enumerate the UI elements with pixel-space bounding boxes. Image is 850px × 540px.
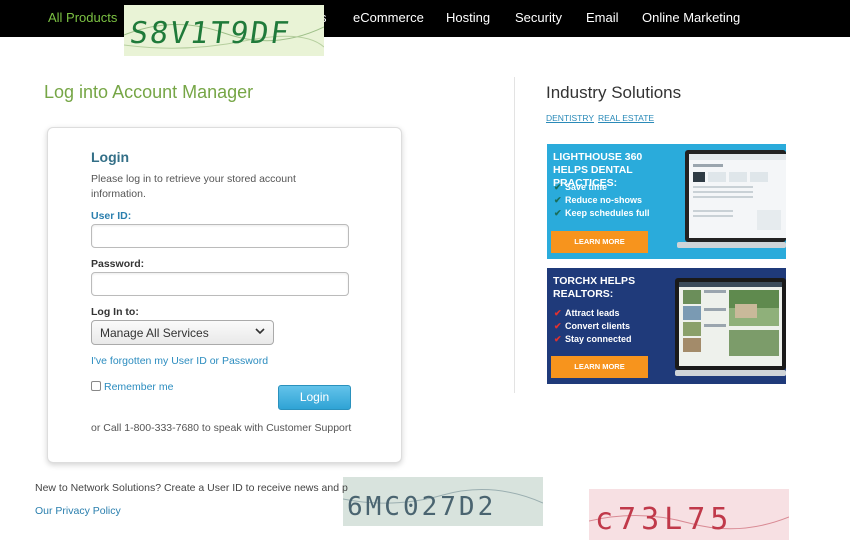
check-icon: ✔ [554,208,562,218]
check-icon: ✔ [554,308,562,318]
captcha-image-1: S8V1T9DF [124,5,324,56]
service-select-value: Manage All Services [100,326,209,340]
dentistry-link[interactable]: DENTISTRY [546,113,594,123]
forgot-credentials-link[interactable]: I've forgotten my User ID or Password [91,355,268,367]
laptop-screenshot-icon [677,150,786,248]
userid-label: User ID: [91,210,132,222]
realtor-ad-banner[interactable]: TORCHX HELPS REALTORS: ✔ Attract leads ✔ C… [547,268,786,384]
captcha-image-2: 6MC027D2 [343,477,543,526]
nav-ecommerce[interactable]: eCommerce [353,10,424,25]
nav-all-products[interactable]: All Products [48,10,117,25]
privacy-policy-link[interactable]: Our Privacy Policy [35,505,121,517]
captcha-text-3: c73L75 [595,502,733,537]
realtor-learn-more-button[interactable]: LEARN MORE [551,356,648,378]
check-icon: ✔ [554,195,562,205]
check-icon: ✔ [554,334,562,344]
page-title: Log into Account Manager [44,82,254,102]
realtor-bullet: Stay connected [565,334,632,344]
industry-solutions-heading: Industry Solutions [546,83,682,102]
real-estate-link[interactable]: REAL ESTATE [598,113,654,123]
check-icon: ✔ [554,182,562,192]
password-input[interactable] [91,272,349,296]
realtor-bullet: Attract leads [565,308,620,318]
dental-ad-bullets: ✔ Save time ✔ Reduce no-shows ✔ Keep schedu… [554,181,650,220]
chevron-down-icon [255,328,265,335]
password-label: Password: [91,258,145,270]
nav-security[interactable]: Security [515,10,562,25]
dental-bullet: Keep schedules full [565,208,650,218]
captcha-text-1: S8V1T9DF [128,16,293,51]
login-description: Please log in to retrieve your stored ac… [91,173,296,200]
nav-hosting[interactable]: Hosting [446,10,490,25]
dental-ad-banner[interactable]: LIGHTHOUSE 360 HELPS DENTAL PRACTICES: ✔… [547,144,786,259]
service-select[interactable]: Manage All Services [91,320,274,345]
remember-me-checkbox[interactable] [91,381,101,391]
login-title: Login [91,149,130,165]
column-divider [514,77,515,393]
dental-learn-more-button[interactable]: LEARN MORE [551,231,648,253]
dental-bullet: Reduce no-shows [565,195,643,205]
login-panel: Login Please log in to retrieve your sto… [47,127,402,463]
remember-me-label: Remember me [104,381,174,393]
support-phone-text: or Call 1-800-333-7680 to speak with Cus… [91,422,352,434]
captcha-text-2: 6MC027D2 [347,492,496,522]
userid-input[interactable] [91,224,349,248]
realtor-ad-bullets: ✔ Attract leads ✔ Convert clients ✔ Stay co… [554,307,632,346]
nav-email[interactable]: Email [586,10,619,25]
realtor-bullet: Convert clients [565,321,631,331]
remember-me[interactable]: Remember me [91,381,173,393]
realtor-ad-title: TORCHX HELPS REALTORS: [553,275,636,300]
check-icon: ✔ [554,321,562,331]
signup-promo-text: New to Network Solutions? Create a User … [35,482,348,494]
captcha-image-3: c73L75 [589,489,789,540]
dental-bullet: Save time [565,182,608,192]
nav-online-marketing[interactable]: Online Marketing [642,10,740,25]
laptop-listing-icon [675,278,786,376]
login-button[interactable]: Login [278,385,351,410]
login-to-label: Log In to: [91,306,139,318]
